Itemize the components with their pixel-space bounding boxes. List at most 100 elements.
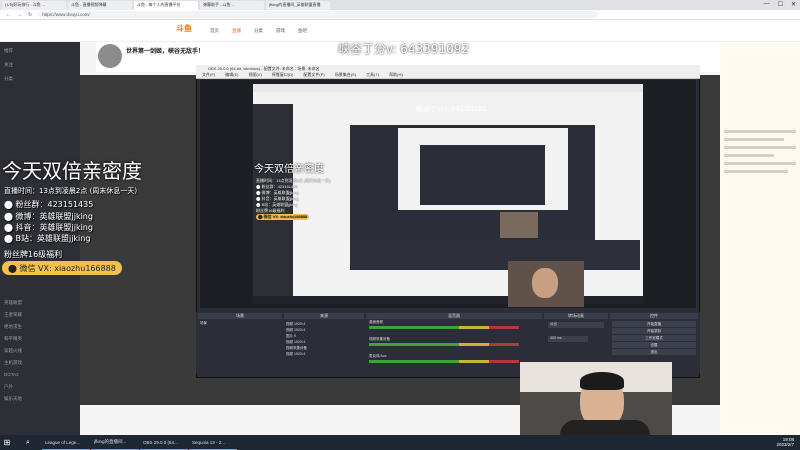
sidebar-item[interactable]: 王者荣耀 [4, 312, 74, 320]
settings-button[interactable]: 设置 [612, 342, 696, 348]
nested-header [253, 84, 643, 92]
menu-tools[interactable]: 工具(T) [366, 72, 379, 78]
menu-docks[interactable]: 停靠窗口(D) [272, 72, 294, 78]
sidebar-item[interactable]: 和平精英 [4, 336, 74, 344]
browser-tab-active[interactable]: 斗鱼 - 每个人的直播平台 [134, 0, 198, 10]
taskbar-app[interactable]: jfking的直播间... [91, 435, 139, 450]
clock-date: 2023/2/7 [776, 442, 794, 447]
nav-fishbar[interactable]: 鱼吧 [298, 28, 307, 34]
obs-menu-bar: 文件(F) 编辑(E) 视图(V) 停靠窗口(D) 配置文件(P) 场景集合(S… [196, 72, 700, 79]
transition-select[interactable]: 淡出 [548, 322, 604, 328]
mouse-cursor-icon: + [724, 290, 728, 296]
window-controls: — ☐ ✕ [764, 1, 796, 8]
scene-item[interactable]: 场景 [200, 321, 207, 326]
windows-taskbar: ⊞ ⌕ League of Lege... jfking的直播间... OBS … [0, 435, 800, 450]
menu-view[interactable]: 视图(V) [248, 72, 261, 78]
nav-games[interactable]: 游戏 [276, 28, 285, 34]
douyu-logo[interactable]: 斗鱼 [176, 23, 192, 34]
forward-icon[interactable]: → [17, 12, 22, 18]
browser-tab[interactable]: 斗鱼 - 直播视频弹幕 [68, 0, 132, 10]
promo-line: ⬤ 抖音：英雄联盟jjking [4, 223, 93, 232]
exit-button[interactable]: 退出 [612, 349, 696, 355]
sidebar-item[interactable]: 户外 [4, 384, 74, 392]
promo-title: 今天双倍亲密度 [2, 159, 142, 183]
windows-start-icon[interactable]: ⊞ [0, 435, 14, 450]
nested-promo-title: 今天双倍亲密度 [254, 164, 324, 175]
taskbar-app[interactable]: League of Lege... [42, 435, 90, 450]
chat-message [724, 162, 796, 165]
studio-mode-button[interactable]: 工作室模式 [612, 335, 696, 341]
audio-meter[interactable] [369, 343, 519, 346]
nav-live[interactable]: 直播 [232, 28, 241, 34]
sidebar-item[interactable]: DOTA2 [4, 372, 74, 380]
sidebar-item[interactable]: 绝地求生 [4, 324, 74, 332]
sidebar-item[interactable]: 穿越火线 [4, 348, 74, 356]
menu-profile[interactable]: 配置文件(P) [303, 72, 324, 78]
menu-scene-collection[interactable]: 场景集合(S) [335, 72, 356, 78]
menu-help[interactable]: 帮助(H) [389, 72, 403, 78]
menu-edit[interactable]: 编辑(E) [225, 72, 238, 78]
address-bar: ← → ↻ https://www.douyu.com/ [0, 10, 800, 20]
close-icon[interactable]: ✕ [791, 1, 796, 8]
browser-tab[interactable]: jfking的直播间_英雄联盟直播 [266, 0, 330, 10]
chat-message [724, 146, 796, 149]
room-title: 世界第一剑姬，峡谷无敌手！ [126, 49, 205, 55]
taskbar-clock[interactable]: 19:08 2023/2/7 [776, 437, 794, 447]
nav-category[interactable]: 分类 [254, 28, 263, 34]
dock-transitions-header: 转场动画 [544, 313, 608, 319]
promo-line: ⬤ 微博：英雄联盟jjking [4, 212, 93, 221]
streamer-hair [580, 372, 624, 390]
obs-title-bar: OBS 29.0.0 (64-bit, windows) - 配置文件: 未命名… [196, 65, 700, 72]
mixer-label: 麦克风/Aux [369, 354, 387, 358]
promo-line: ⬤ B站：英雄联盟jjking [4, 234, 91, 243]
source-item[interactable]: 视频 1920×1 [286, 351, 356, 357]
nav-home[interactable]: 首页 [210, 28, 219, 34]
streamer-body [560, 420, 650, 435]
dock-controls-header: 控件 [610, 313, 698, 319]
duration-field[interactable]: 300 ms [548, 336, 588, 342]
browser-tab-bar: (1/5)好玩排行 - 斗鱼 ... 斗鱼 - 直播视频弹幕 斗鱼 - 每个人的… [0, 0, 800, 10]
nested-taskbar [253, 296, 643, 304]
douyu-header [0, 20, 800, 42]
maximize-icon[interactable]: ☐ [778, 1, 783, 8]
sidebar-item[interactable]: 娱乐天地 [4, 396, 74, 404]
nested-webcam [500, 212, 538, 238]
nested-docks [350, 240, 640, 270]
chat-message [724, 138, 784, 141]
streamer-avatar[interactable] [98, 44, 122, 68]
browser-tab[interactable]: 弹幕助手 - 斗鱼 ... [200, 0, 264, 10]
audio-meter[interactable] [369, 326, 519, 329]
taskbar-app[interactable]: OBS 29.0.0 (64... [140, 435, 188, 450]
nested-watermark: 峡谷丁分v: 643391092 [416, 106, 487, 113]
sidebar-item[interactable]: 主机游戏 [4, 360, 74, 368]
sidebar-item[interactable]: 推荐 [4, 48, 74, 56]
minimize-icon[interactable]: — [764, 1, 770, 8]
nested-promo-wechat: ⬤ 微信 VX: xiaozhu166888 [256, 214, 310, 220]
promo-wechat-badge: ⬤ 微信 VX: xiaozhu166888 [2, 261, 122, 275]
mixer-label: 桌面音频 [369, 320, 383, 324]
browser-tab[interactable]: (1/5)好玩排行 - 斗鱼 ... [2, 0, 66, 10]
dock-sources-header: 来源 [284, 313, 364, 319]
url-field[interactable]: https://www.douyu.com/ [38, 11, 599, 18]
sidebar-item[interactable]: 英雄联盟 [4, 300, 74, 308]
sidebar-item[interactable]: 关注 [4, 62, 74, 70]
promo-line: ⬤ 粉丝群：423151435 [4, 200, 94, 209]
reload-icon[interactable]: ↻ [28, 12, 32, 18]
promo-line: 粉丝牌16级福利 [4, 250, 63, 259]
promo-line: 直播时间：13点到凌晨2点 (周末休息一天) [4, 187, 138, 195]
nested-obs-deep [420, 145, 545, 205]
chat-message [724, 170, 788, 173]
search-icon[interactable]: ⌕ [14, 435, 42, 450]
audio-meter[interactable] [369, 360, 519, 363]
dock-mixer-header: 混音器 [366, 313, 542, 319]
back-icon[interactable]: ← [6, 12, 11, 18]
streamer-face [532, 268, 558, 298]
start-recording-button[interactable]: 开始录制 [612, 328, 696, 334]
chat-panel [720, 42, 800, 435]
watermark-text: 峡谷丁分v: 643391092 [338, 42, 470, 56]
sidebar-item[interactable]: 分类 [4, 76, 74, 84]
chat-message [724, 154, 774, 157]
start-streaming-button[interactable]: 开始直播 [612, 321, 696, 327]
taskbar-app[interactable]: Sequoia 13 - 2... [189, 435, 237, 450]
menu-file[interactable]: 文件(F) [202, 72, 215, 78]
